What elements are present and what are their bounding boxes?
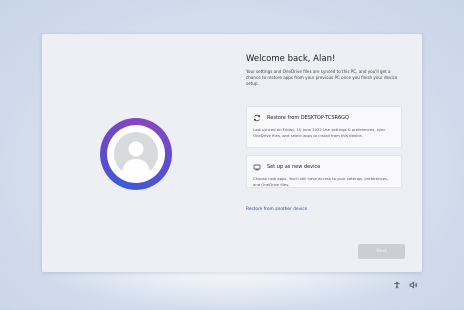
restore-another-device-link[interactable]: Restore from another device (246, 207, 307, 212)
sync-icon (252, 114, 261, 123)
new-device-option-card[interactable]: Set up as new device Choose new apps. Yo… (246, 155, 402, 188)
restore-option-title: Restore from DESKTOP-TCSR6GQ (267, 115, 349, 121)
setup-window: Welcome back, Alan! Your settings and On… (42, 34, 422, 272)
page-title: Welcome back, Alan! (246, 54, 336, 64)
user-avatar-icon (114, 132, 158, 176)
avatar (100, 118, 172, 190)
restore-option-card[interactable]: Restore from DESKTOP-TCSR6GQ Last synced… (246, 106, 402, 148)
new-device-option-title: Set up as new device (267, 164, 321, 170)
page-subtitle: Your settings and OneDrive files are syn… (246, 69, 398, 86)
restore-option-description: Last synced on Friday, 10 June 2022 Use … (253, 127, 386, 138)
speaker-icon[interactable] (408, 280, 419, 290)
new-device-option-description: Choose new apps. You'll still have acces… (253, 176, 389, 187)
new-device-icon (252, 163, 261, 172)
setup-content: Welcome back, Alan! Your settings and On… (246, 54, 406, 212)
accessibility-icon[interactable] (392, 280, 402, 290)
next-button[interactable]: Next (358, 244, 405, 259)
